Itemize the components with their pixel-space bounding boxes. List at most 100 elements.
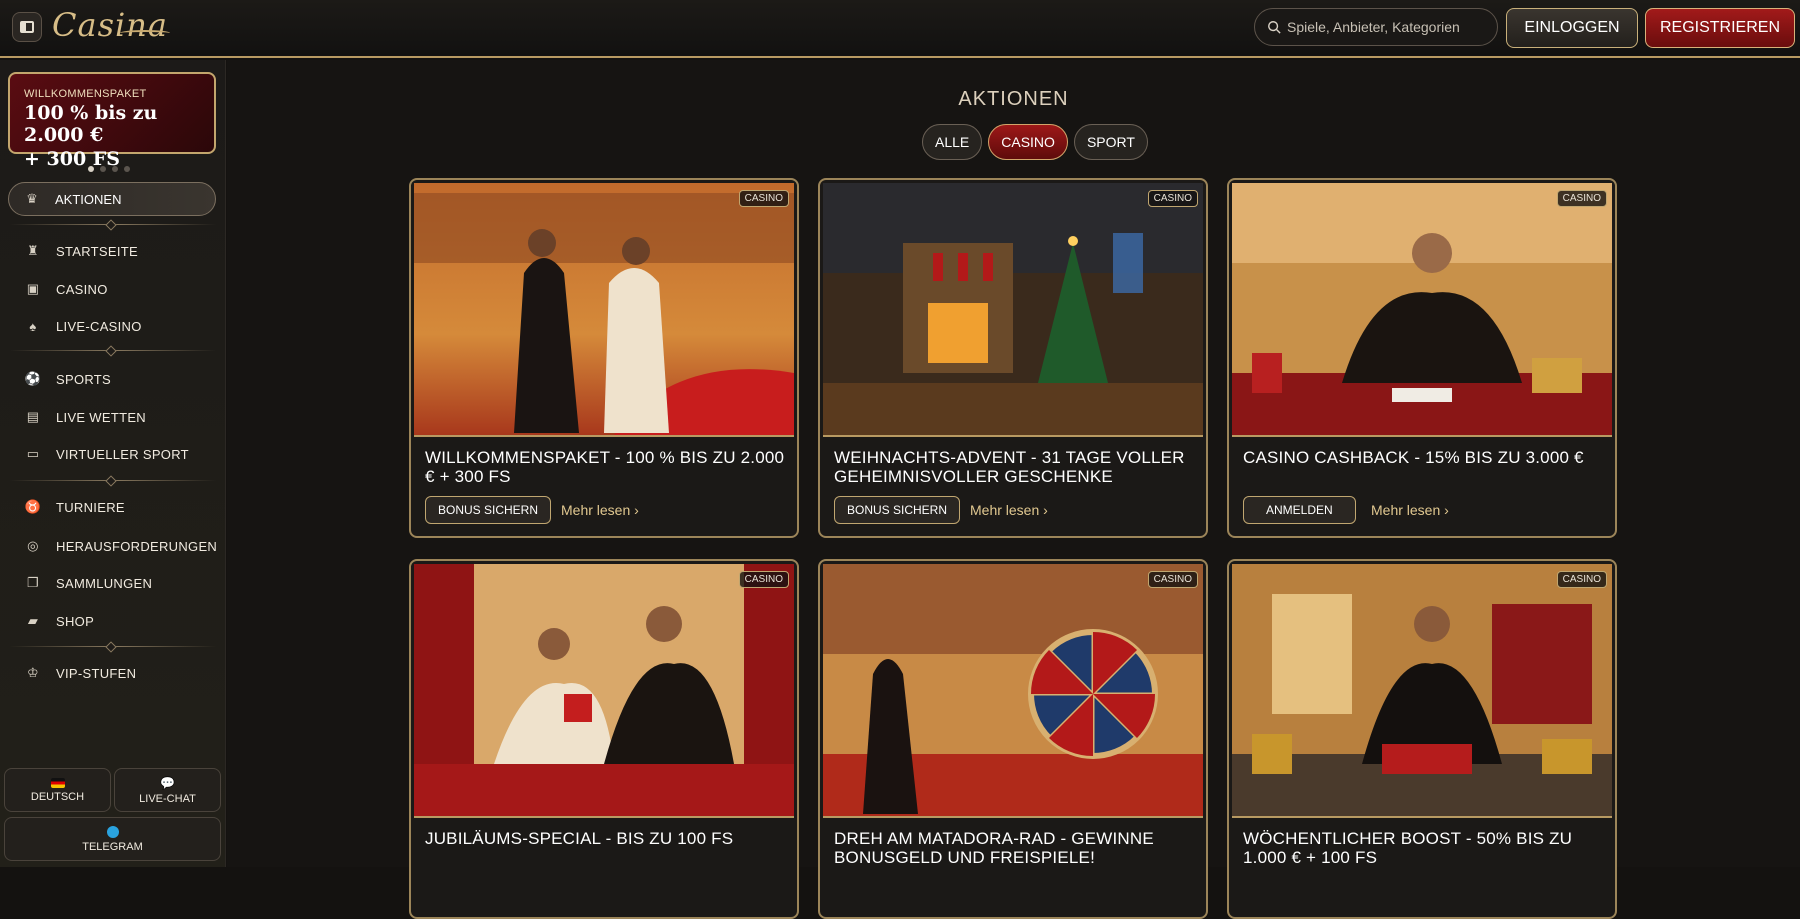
filter-casino[interactable]: CASINO bbox=[988, 124, 1068, 160]
pagination-dot[interactable] bbox=[100, 166, 106, 172]
promo-image bbox=[823, 564, 1203, 816]
promo-title: WÖCHENTLICHER BOOST - 50% BIS ZU 1.000 €… bbox=[1243, 829, 1573, 867]
category-badge: CASINO bbox=[1556, 190, 1607, 207]
promo-card[interactable]: CASINO DREH AM MATADORA-RAD - GEWINNE BO… bbox=[818, 559, 1208, 919]
pagination-dot[interactable] bbox=[112, 166, 118, 172]
divider bbox=[1232, 816, 1612, 818]
sidebar-item-label: HERAUSFORDERUNGEN bbox=[56, 538, 218, 554]
divider bbox=[10, 480, 216, 481]
live-icon: ▤ bbox=[26, 409, 40, 424]
sidebar-item-live-casino[interactable]: ♠ LIVE-CASINO bbox=[24, 315, 142, 337]
language-label: DEUTSCH bbox=[30, 790, 85, 803]
home-icon: ♜ bbox=[27, 243, 39, 258]
sidebar-item-label: VIP-STUFEN bbox=[56, 665, 137, 681]
sidebar-item-casino[interactable]: ▣ CASINO bbox=[24, 278, 108, 300]
sidebar-item-label: TURNIERE bbox=[56, 499, 125, 515]
promo-banner[interactable]: WILLKOMMENSPAKET 100 % bis zu 2.000 € + … bbox=[8, 72, 216, 170]
filter-tabs: ALLE CASINO SPORT bbox=[922, 124, 1148, 160]
sidebar-item-sammlungen[interactable]: ❐ SAMMLUNGEN bbox=[24, 572, 152, 594]
promo-title: WILLKOMMENSPAKET - 100 % BIS ZU 2.000 € … bbox=[425, 448, 785, 486]
sidebar: WILLKOMMENSPAKET 100 % bis zu 2.000 € + … bbox=[0, 60, 226, 867]
read-more-link[interactable]: Mehr lesen › bbox=[1371, 502, 1449, 518]
sidebar-item-startseite[interactable]: ♜ STARTSEITE bbox=[24, 240, 138, 262]
category-badge: CASINO bbox=[1147, 571, 1198, 588]
filter-alle[interactable]: ALLE bbox=[922, 124, 983, 160]
search-icon bbox=[1268, 21, 1281, 34]
filter-sport[interactable]: SPORT bbox=[1073, 124, 1148, 160]
promo-card[interactable]: CASINO WÖCHENTLICHER BOOST - 50% BIS ZU … bbox=[1227, 559, 1617, 919]
promo-card[interactable]: CASINO JUBILÄUMS-SPECIAL - BIS ZU 100 FS bbox=[409, 559, 799, 919]
telegram-button[interactable]: TELEGRAM bbox=[4, 817, 221, 861]
logo-swoosh bbox=[120, 30, 170, 36]
language-button[interactable]: DEUTSCH bbox=[4, 768, 111, 812]
sidebar-item-label: LIVE WETTEN bbox=[56, 409, 146, 425]
pagination-dot[interactable] bbox=[124, 166, 130, 172]
sidebar-item-turniere[interactable]: ♉ TURNIERE bbox=[24, 496, 125, 518]
divider bbox=[10, 646, 216, 647]
cards-icon: ♠ bbox=[29, 318, 37, 334]
promo-title: DREH AM MATADORA-RAD - GEWINNE BONUSGELD… bbox=[834, 829, 1154, 867]
sidebar-item-label: VIRTUELLER SPORT bbox=[56, 446, 189, 462]
sidebar-item-sports[interactable]: ⚽ SPORTS bbox=[24, 368, 111, 390]
bull-icon: ♉ bbox=[24, 499, 42, 514]
bonus-button[interactable]: BONUS SICHERN bbox=[834, 496, 961, 524]
search-box[interactable] bbox=[1254, 8, 1498, 46]
sidebar-item-label: SPORTS bbox=[56, 371, 112, 387]
divider bbox=[414, 435, 794, 437]
main-content: AKTIONEN ALLE CASINO SPORT CASINO WILLKO… bbox=[227, 60, 1800, 919]
live-chat-button[interactable]: 💬 LIVE-CHAT bbox=[114, 768, 221, 812]
sidebar-item-live-wetten[interactable]: ▤ LIVE WETTEN bbox=[24, 406, 146, 428]
germany-flag-icon bbox=[50, 777, 65, 788]
promo-card[interactable]: CASINO WILLKOMMENSPAKET - 100 % BIS ZU 2… bbox=[409, 178, 799, 538]
divider bbox=[823, 816, 1203, 818]
register-button-card[interactable]: ANMELDEN bbox=[1243, 496, 1356, 524]
sidebar-item-label: LIVE-CASINO bbox=[56, 318, 142, 334]
target-icon: ◎ bbox=[27, 538, 39, 553]
promo-image bbox=[1232, 564, 1612, 816]
promo-card[interactable]: CASINO CASINO CASHBACK - 15% BIS ZU 3.00… bbox=[1227, 178, 1617, 538]
divider bbox=[414, 816, 794, 818]
logo[interactable]: Casina bbox=[52, 6, 168, 44]
login-button[interactable]: EINLOGGEN bbox=[1506, 8, 1638, 48]
telegram-label: TELEGRAM bbox=[82, 840, 143, 853]
live-chat-label: LIVE-CHAT bbox=[139, 792, 196, 805]
sidebar-item-label: AKTIONEN bbox=[55, 191, 122, 207]
slot-machine-icon: ▣ bbox=[26, 281, 40, 296]
sidebar-item-shop[interactable]: ▰ SHOP bbox=[24, 610, 94, 632]
read-more-link[interactable]: Mehr lesen › bbox=[970, 502, 1048, 518]
sidebar-item-label: SHOP bbox=[56, 613, 95, 629]
category-badge: CASINO bbox=[738, 190, 789, 207]
category-badge: CASINO bbox=[1147, 190, 1198, 207]
divider bbox=[1232, 435, 1612, 437]
vip-icon: ♔ bbox=[27, 665, 39, 680]
sidebar-item-aktionen[interactable]: ♛ AKTIONEN bbox=[8, 182, 216, 216]
promo-title: WEIHNACHTS-ADVENT - 31 TAGE VOLLER GEHEI… bbox=[834, 448, 1185, 486]
sidebar-item-vip-stufen[interactable]: ♔ VIP-STUFEN bbox=[24, 662, 136, 684]
sidebar-toggle-button[interactable] bbox=[12, 12, 42, 42]
pagination-dot[interactable] bbox=[88, 166, 94, 172]
promo-title: CASINO CASHBACK - 15% BIS ZU 3.000 € bbox=[1243, 448, 1584, 467]
sidebar-item-label: STARTSEITE bbox=[56, 243, 138, 259]
collection-icon: ❐ bbox=[27, 575, 39, 590]
sidebar-item-label: CASINO bbox=[56, 281, 108, 297]
read-more-link[interactable]: Mehr lesen › bbox=[561, 502, 639, 518]
promo-title: JUBILÄUMS-SPECIAL - BIS ZU 100 FS bbox=[425, 829, 734, 848]
promo-image bbox=[1232, 183, 1612, 435]
promo-pagination bbox=[88, 166, 130, 172]
sidebar-item-label: SAMMLUNGEN bbox=[56, 575, 153, 591]
promo-image bbox=[414, 564, 794, 816]
register-button[interactable]: REGISTRIEREN bbox=[1645, 8, 1795, 48]
page-title: AKTIONEN bbox=[958, 88, 1069, 110]
search-input[interactable] bbox=[1287, 19, 1487, 35]
shop-icon: ▰ bbox=[27, 613, 39, 628]
sidebar-item-virtueller-sport[interactable]: ▭ VIRTUELLER SPORT bbox=[24, 443, 189, 465]
promo-line-1: 100 % bis zu 2.000 € bbox=[24, 102, 158, 146]
sidebar-icon bbox=[20, 21, 34, 33]
crown-icon: ♛ bbox=[26, 191, 38, 206]
telegram-icon bbox=[106, 825, 119, 838]
bonus-button[interactable]: BONUS SICHERN bbox=[425, 496, 552, 524]
promo-card[interactable]: CASINO WEIHNACHTS-ADVENT - 31 TAGE VOLLE… bbox=[818, 178, 1208, 538]
category-badge: CASINO bbox=[1556, 571, 1607, 588]
chat-icon: 💬 bbox=[160, 775, 175, 790]
sidebar-item-herausforderungen[interactable]: ◎ HERAUSFORDERUNGEN bbox=[24, 535, 217, 557]
